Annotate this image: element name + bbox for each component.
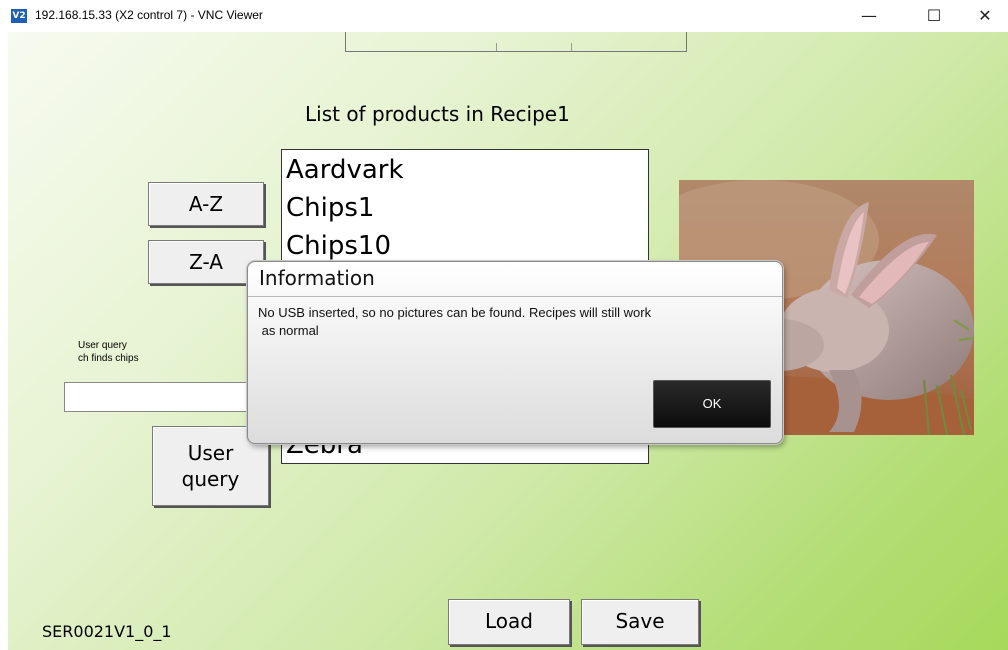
window-title: 192.168.15.33 (X2 control 7) - VNC Viewe… (35, 8, 263, 22)
dialog-message-line1: No USB inserted, so no pictures can be f… (258, 305, 652, 320)
page-title: List of products in Recipe1 (305, 102, 570, 126)
window-titlebar: V2 192.168.15.33 (X2 control 7) - VNC Vi… (0, 0, 1008, 32)
top-field-strip (345, 32, 687, 52)
list-item[interactable]: Chips1 (286, 191, 374, 225)
information-dialog: Information No USB inserted, so no pictu… (247, 261, 783, 444)
user-query-button-line1: User (187, 441, 234, 465)
list-item[interactable]: Chips10 (286, 229, 391, 263)
load-button[interactable]: Load (448, 599, 570, 645)
dialog-title: Information (259, 266, 375, 290)
save-button[interactable]: Save (581, 599, 699, 645)
user-query-hint-line1: User query (78, 340, 127, 351)
dialog-message-line2: as normal (258, 323, 319, 338)
user-query-button-line2: query (181, 467, 240, 491)
vnc-viewer-app-icon: V2 (11, 9, 27, 23)
minimize-button[interactable]: — (846, 0, 892, 32)
sort-a-z-button[interactable]: A-Z (148, 182, 264, 226)
maximize-button[interactable]: ☐ (911, 0, 957, 32)
user-query-hint: User query ch finds chips (78, 339, 139, 365)
version-label: SER0021V1_0_1 (42, 622, 172, 641)
dialog-divider (248, 296, 782, 297)
dialog-message: No USB inserted, so no pictures can be f… (258, 304, 772, 340)
user-query-hint-line2: ch finds chips (78, 353, 139, 364)
list-item[interactable]: Aardvark (286, 153, 404, 187)
user-query-input[interactable] (64, 382, 254, 412)
close-button[interactable]: ✕ (962, 0, 1008, 32)
remote-screen: List of products in Recipe1 A-Z Z-A User… (8, 32, 1008, 650)
ok-button[interactable]: OK (653, 380, 771, 428)
